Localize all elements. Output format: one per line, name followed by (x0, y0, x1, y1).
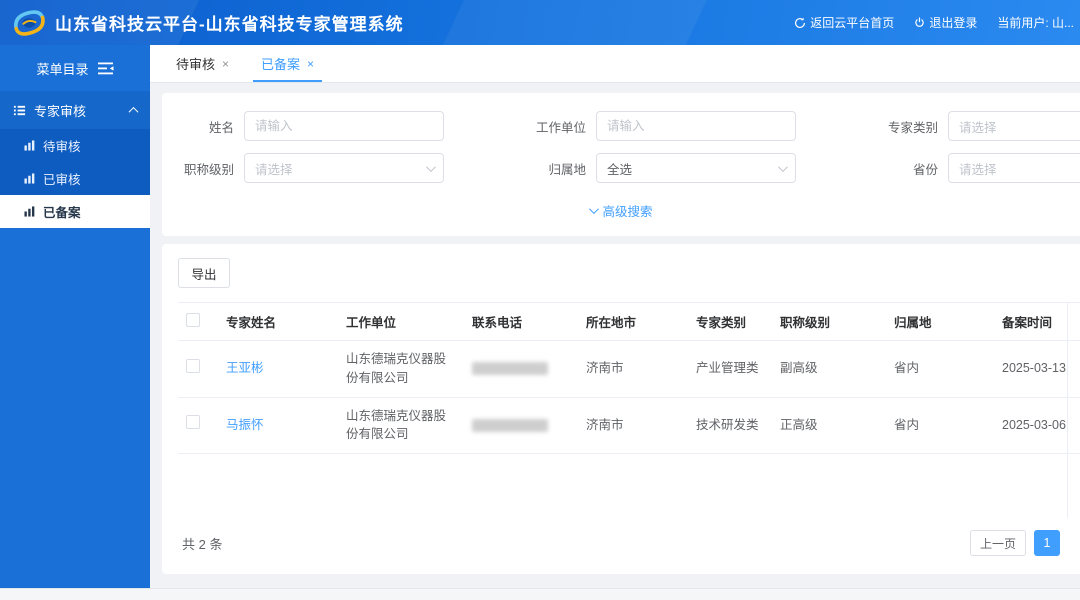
current-user: 当前用户: 山... (997, 14, 1074, 31)
cell-title-level: 副高级 (772, 341, 886, 398)
sidebar-item-reviewed[interactable]: 已审核 (0, 162, 150, 195)
filter-field-province: 省份 请选择 (866, 153, 1080, 183)
bar-chart-icon (24, 206, 35, 217)
bar-chart-icon (24, 140, 35, 151)
cell-expert-type: 产业管理类 (688, 341, 772, 398)
col-phone: 联系电话 (464, 303, 578, 341)
province-label: 省份 (866, 159, 938, 178)
advanced-search-toggle[interactable]: 高级搜索 (162, 195, 1080, 228)
col-expert-type: 专家类别 (688, 303, 772, 341)
col-title-level: 职称级别 (772, 303, 886, 341)
chevron-down-icon (426, 162, 436, 172)
main-content: 待审核 × 已备案 × 姓名 工 (150, 45, 1080, 588)
cell-region: 省内 (886, 397, 994, 454)
name-input[interactable] (244, 111, 444, 141)
col-city: 所在地市 (578, 303, 688, 341)
bottom-strip (0, 588, 1080, 600)
table-row: 王亚彬 山东德瑞克仪器股份有限公司 济南市 产业管理类 副高级 省内 2025-… (178, 341, 1080, 398)
expert-name-link[interactable]: 王亚彬 (226, 361, 264, 375)
name-label: 姓名 (162, 117, 234, 136)
sidebar-item-pending-review[interactable]: 待审核 (0, 129, 150, 162)
region-select[interactable]: 全选 (596, 153, 796, 183)
title-level-label: 职称级别 (162, 159, 234, 178)
filter-field-expert-type: 专家类别 请选择 (866, 111, 1080, 141)
cell-city: 济南市 (578, 341, 688, 398)
list-icon (13, 104, 26, 117)
chevron-down-icon (778, 162, 788, 172)
table-area: 专家姓名 工作单位 联系电话 所在地市 专家类别 职称级别 归属地 备案时间 (178, 302, 1080, 518)
expert-name-link[interactable]: 马振怀 (226, 418, 264, 432)
phone-redacted (472, 419, 548, 432)
app-window: 山东省科技云平台-山东省科技专家管理系统 返回云平台首页 (0, 0, 1080, 600)
sidebar-submenu: 待审核 已审核 已备案 (0, 129, 150, 228)
logout-link[interactable]: 退出登录 (914, 14, 977, 31)
cell-region: 省内 (886, 341, 994, 398)
cell-work-unit: 山东德瑞克仪器股份有限公司 (338, 341, 464, 398)
col-region: 归属地 (886, 303, 994, 341)
table-header-row: 专家姓名 工作单位 联系电话 所在地市 专家类别 职称级别 归属地 备案时间 (178, 303, 1080, 341)
select-all-checkbox[interactable] (186, 313, 200, 327)
app-header: 山东省科技云平台-山东省科技专家管理系统 返回云平台首页 (0, 0, 1080, 45)
sidebar-group-expert-review[interactable]: 专家审核 (0, 91, 150, 129)
return-icon (794, 17, 806, 29)
chevron-down-icon (589, 204, 599, 214)
cell-city: 济南市 (578, 397, 688, 454)
table-row: 马振怀 山东德瑞克仪器股份有限公司 济南市 技术研发类 正高级 省内 2025-… (178, 397, 1080, 454)
power-icon (914, 17, 925, 28)
header-links: 返回云平台首页 退出登录 当前用户: 山... (794, 14, 1080, 31)
app-title: 山东省科技云平台-山东省科技专家管理系统 (55, 10, 404, 35)
total-count: 共 2 条 (182, 534, 222, 553)
province-select[interactable]: 请选择 (948, 153, 1080, 183)
tab-pending-review[interactable]: 待审核 × (160, 45, 245, 82)
col-expert-name: 专家姓名 (218, 303, 338, 341)
filter-panel: 姓名 工作单位 专家类别 请选择 (162, 93, 1080, 236)
row-checkbox[interactable] (186, 415, 200, 429)
cell-title-level: 正高级 (772, 397, 886, 454)
tab-close-icon[interactable]: × (307, 57, 314, 71)
tab-bar: 待审核 × 已备案 × (150, 45, 1080, 83)
bar-chart-icon (24, 173, 35, 184)
filter-field-name: 姓名 (162, 111, 514, 141)
export-button[interactable]: 导出 (178, 258, 230, 288)
page-number-button[interactable]: 1 (1034, 530, 1060, 556)
sidebar-item-filed[interactable]: 已备案 (0, 195, 150, 228)
filter-field-work-unit: 工作单位 (514, 111, 866, 141)
row-checkbox[interactable] (186, 359, 200, 373)
chevron-up-icon (129, 106, 139, 116)
region-label: 归属地 (514, 159, 586, 178)
expert-type-select[interactable]: 请选择 (948, 111, 1080, 141)
brand: 山东省科技云平台-山东省科技专家管理系统 (12, 7, 404, 39)
tab-filed[interactable]: 已备案 × (245, 45, 330, 82)
cell-expert-type: 技术研发类 (688, 397, 772, 454)
table-right-divider (1067, 302, 1068, 518)
table-footer: 共 2 条 上一页 1 (178, 518, 1080, 564)
app-logo-icon (12, 7, 46, 39)
work-unit-label: 工作单位 (514, 117, 586, 136)
expert-type-label: 专家类别 (866, 117, 938, 136)
phone-redacted (472, 362, 548, 375)
filter-field-region: 归属地 全选 (514, 153, 866, 183)
prev-page-button[interactable]: 上一页 (970, 530, 1026, 556)
tab-close-icon[interactable]: × (222, 57, 229, 71)
experts-table: 专家姓名 工作单位 联系电话 所在地市 专家类别 职称级别 归属地 备案时间 (178, 302, 1080, 454)
pagination: 上一页 1 (970, 530, 1060, 556)
menu-directory: 菜单目录 (0, 45, 150, 91)
content-area: 姓名 工作单位 专家类别 请选择 (150, 83, 1080, 588)
return-home-link[interactable]: 返回云平台首页 (794, 14, 894, 31)
sidebar: 菜单目录 专家 (0, 45, 150, 588)
title-level-select[interactable]: 请选择 (244, 153, 444, 183)
col-work-unit: 工作单位 (338, 303, 464, 341)
work-unit-input[interactable] (596, 111, 796, 141)
menu-collapse-icon[interactable] (98, 62, 114, 75)
filter-field-title-level: 职称级别 请选择 (162, 153, 514, 183)
cell-work-unit: 山东德瑞克仪器股份有限公司 (338, 397, 464, 454)
table-panel: 导出 专家姓名 工作单 (162, 244, 1080, 574)
